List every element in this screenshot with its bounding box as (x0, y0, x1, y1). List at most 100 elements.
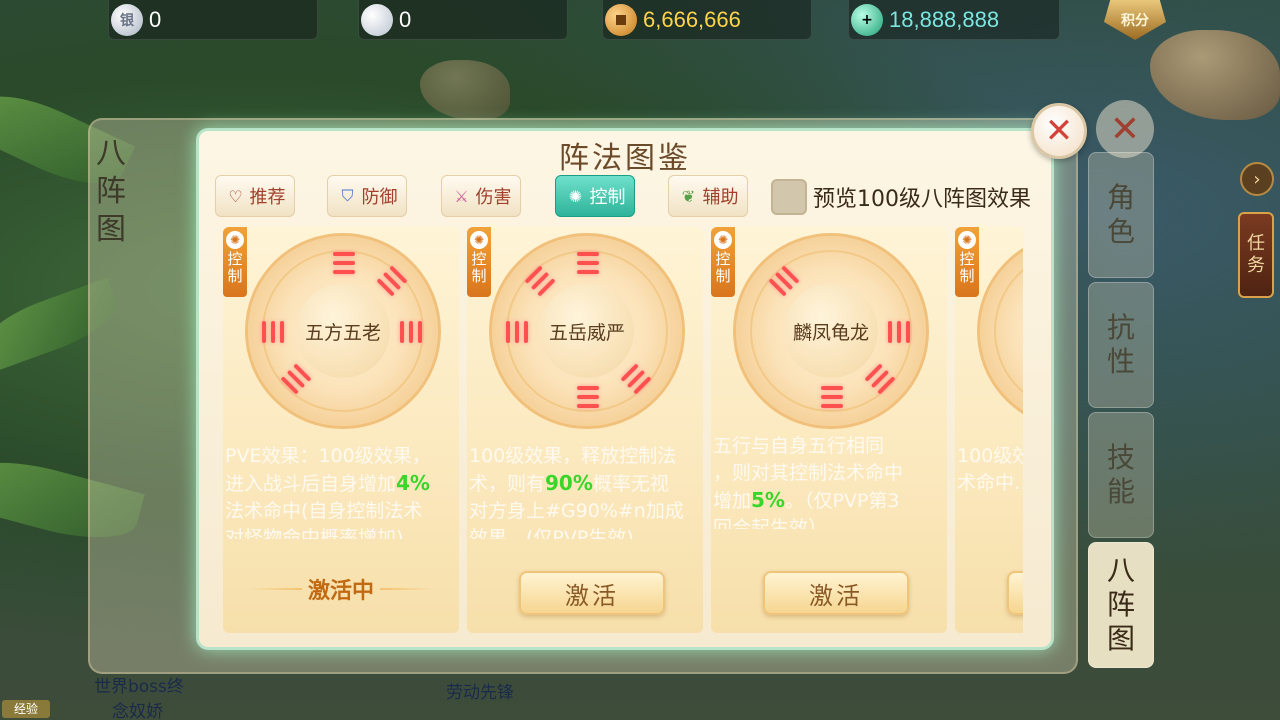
swirl-icon: ✺ (470, 231, 488, 249)
desc-line: 进入战斗后自身增加4% (225, 470, 455, 498)
resource-value: 0 (399, 6, 412, 32)
close-icon[interactable]: ✕ (1031, 103, 1087, 159)
ribbon-label: 控制 (227, 250, 243, 285)
trigram-icon (522, 263, 557, 298)
tab-character[interactable]: 角 色 (1088, 152, 1154, 278)
ribbon-label: 控制 (959, 250, 975, 285)
tab-char: 色 (1106, 215, 1135, 248)
side-title-char: 阵 (96, 174, 126, 209)
desc-line: 法术命中(自身控制法术 (225, 500, 423, 522)
formation-wheel: 五岳威严 (489, 233, 685, 429)
formation-name: 五方五老 (296, 284, 390, 378)
resource-bar: 银 0 0 6,666,666 + 18,888,888 积分 (0, 0, 1280, 42)
tab-formation[interactable]: 八 阵 图 (1088, 542, 1154, 668)
desc-line: 增加5%。（仅PVP第3 (713, 487, 943, 515)
formation-wheel: 五方五老 (245, 233, 441, 429)
trigram-icon (862, 361, 897, 396)
activate-button[interactable]: 激活 (763, 571, 909, 615)
swirl-icon: ✺ (568, 186, 583, 206)
tab-char: 技 (1106, 441, 1135, 474)
tab-label: 控制 (589, 187, 626, 208)
desc-line: ，则对其控制法术命中 (713, 462, 904, 484)
trigram-icon (818, 386, 846, 408)
formation-description[interactable]: PVE效果：100级效果， 进入战斗后自身增加4% 法术命中(自身控制法术 对怪… (225, 443, 455, 539)
resource-ingot[interactable]: 0 (358, 0, 568, 40)
score-badge[interactable]: 积分 (1104, 0, 1166, 40)
outer-close-icon[interactable]: ✕ (1096, 100, 1154, 158)
formation-card[interactable]: 五方五老 ✺ 控制 PVE效果：100级效果， 进入战斗后自身增加4% 法术命中… (223, 227, 459, 633)
formation-card[interactable]: 麟凤龟龙 ✺ 控制 五行与自身五行相同 ，则对其控制法术命中 增加5%。（仅PV… (711, 227, 947, 633)
desc-text: 。（仅PVP第3 (784, 490, 900, 512)
desc-line: 对怪物命中概率增加) (225, 527, 404, 539)
chevron-right-icon[interactable]: › (1240, 162, 1274, 196)
notice-line: 念奴娇 (112, 702, 163, 720)
task-tab[interactable]: 任 务 (1238, 212, 1274, 298)
tab-skills[interactable]: 技 能 (1088, 412, 1154, 538)
tab-char: 图 (1106, 622, 1135, 655)
tab-recommend[interactable]: ♡ 推荐 (215, 175, 295, 217)
control-ribbon: ✺ 控制 (467, 227, 491, 297)
preview-checkbox[interactable] (771, 179, 807, 215)
copper-coin-icon (605, 3, 637, 36)
activate-button[interactable]: 激活 (519, 571, 665, 615)
desc-percent: 5% (751, 488, 785, 512)
tab-char: 能 (1106, 475, 1135, 508)
dialog-title: 阵法图鉴 (559, 141, 691, 176)
resource-value: 0 (149, 6, 162, 32)
preview-option[interactable]: 预览100级八阵图效果 (771, 179, 1031, 215)
desc-text: 增加 (713, 490, 752, 512)
player-title: 劳动先锋 (446, 683, 514, 703)
control-ribbon: ✺ 控制 (223, 227, 247, 297)
formation-description[interactable]: 100级效果，释放控制法 术，则有90%概率无视 对方身上#G90%#n加成 效… (469, 443, 699, 539)
activate-button[interactable]: 激活 (1007, 571, 1023, 615)
resource-value: 6,666,666 (643, 6, 741, 32)
trigram-icon (278, 361, 313, 396)
formation-card[interactable]: ✺ 控制 100级效果，释放 术命中…削减 激活 (955, 227, 1023, 633)
sword-icon: ⚔ (454, 186, 469, 206)
trigram-icon (574, 386, 602, 408)
desc-line: 回合起生效） (713, 517, 828, 529)
ribbon-label: 控制 (471, 250, 487, 285)
resource-copper[interactable]: 6,666,666 (602, 0, 812, 40)
tab-damage[interactable]: ⚔ 伤害 (441, 175, 521, 217)
desc-line: 五行与自身五行相同 (713, 435, 885, 457)
trigram-icon (888, 318, 910, 346)
formation-description[interactable]: 100级效果，释放 术命中…削减 (957, 443, 1023, 539)
desc-text: 术，则有 (469, 473, 546, 495)
desc-line: 效果。(仅PVP生效) (469, 527, 634, 539)
swirl-icon: ✺ (226, 231, 244, 249)
desc-line: PVE效果：100级效果， (225, 445, 431, 467)
side-title-char: 八 (96, 136, 126, 171)
notice-line: 世界boss终 (94, 677, 184, 697)
world-boss-notice[interactable]: 世界boss终 念奴娇 (94, 672, 184, 720)
tab-label: 防御 (361, 187, 398, 208)
tab-control[interactable]: ✺ 控制 (555, 175, 635, 217)
tab-defense[interactable]: ⛉ 防御 (327, 175, 407, 217)
desc-line: 100级效果，释放 (957, 445, 1023, 467)
formation-card[interactable]: 五岳威严 ✺ 控制 100级效果，释放控制法 术，则有90%概率无视 对方身上#… (467, 227, 703, 633)
tab-char: 性 (1106, 345, 1135, 378)
desc-line: 术，则有90%概率无视 (469, 470, 699, 498)
trigram-icon (262, 318, 284, 346)
tab-label: 伤害 (475, 187, 512, 208)
desc-text: 概率无视 (592, 473, 669, 495)
control-ribbon: ✺ 控制 (711, 227, 735, 297)
formation-card-list[interactable]: 五方五老 ✺ 控制 PVE效果：100级效果， 进入战斗后自身增加4% 法术命中… (223, 227, 1023, 637)
tab-support[interactable]: ❦ 辅助 (668, 175, 748, 217)
desc-line: 对方身上#G90%#n加成 (469, 500, 684, 522)
formation-name: 五岳威严 (540, 284, 634, 378)
rock (420, 60, 510, 120)
desc-text: 进入战斗后自身增加 (225, 473, 397, 495)
task-tab-char: 务 (1247, 255, 1265, 276)
rock (1150, 30, 1280, 120)
shield-icon: ⛉ (341, 186, 354, 205)
formation-description[interactable]: 五行与自身五行相同 ，则对其控制法术命中 增加5%。（仅PVP第3 回合起生效） (713, 433, 943, 529)
resource-silver[interactable]: 银 0 (108, 0, 318, 40)
preview-label: 预览100级八阵图效果 (813, 187, 1031, 212)
silver-coin-icon: 银 (111, 3, 143, 36)
formation-name: 麟凤龟龙 (784, 284, 878, 378)
resource-jade[interactable]: + 18,888,888 (848, 0, 1060, 40)
tab-resistance[interactable]: 抗 性 (1088, 282, 1154, 408)
swirl-icon: ✺ (958, 231, 976, 249)
active-status: 激活中 (243, 567, 439, 611)
